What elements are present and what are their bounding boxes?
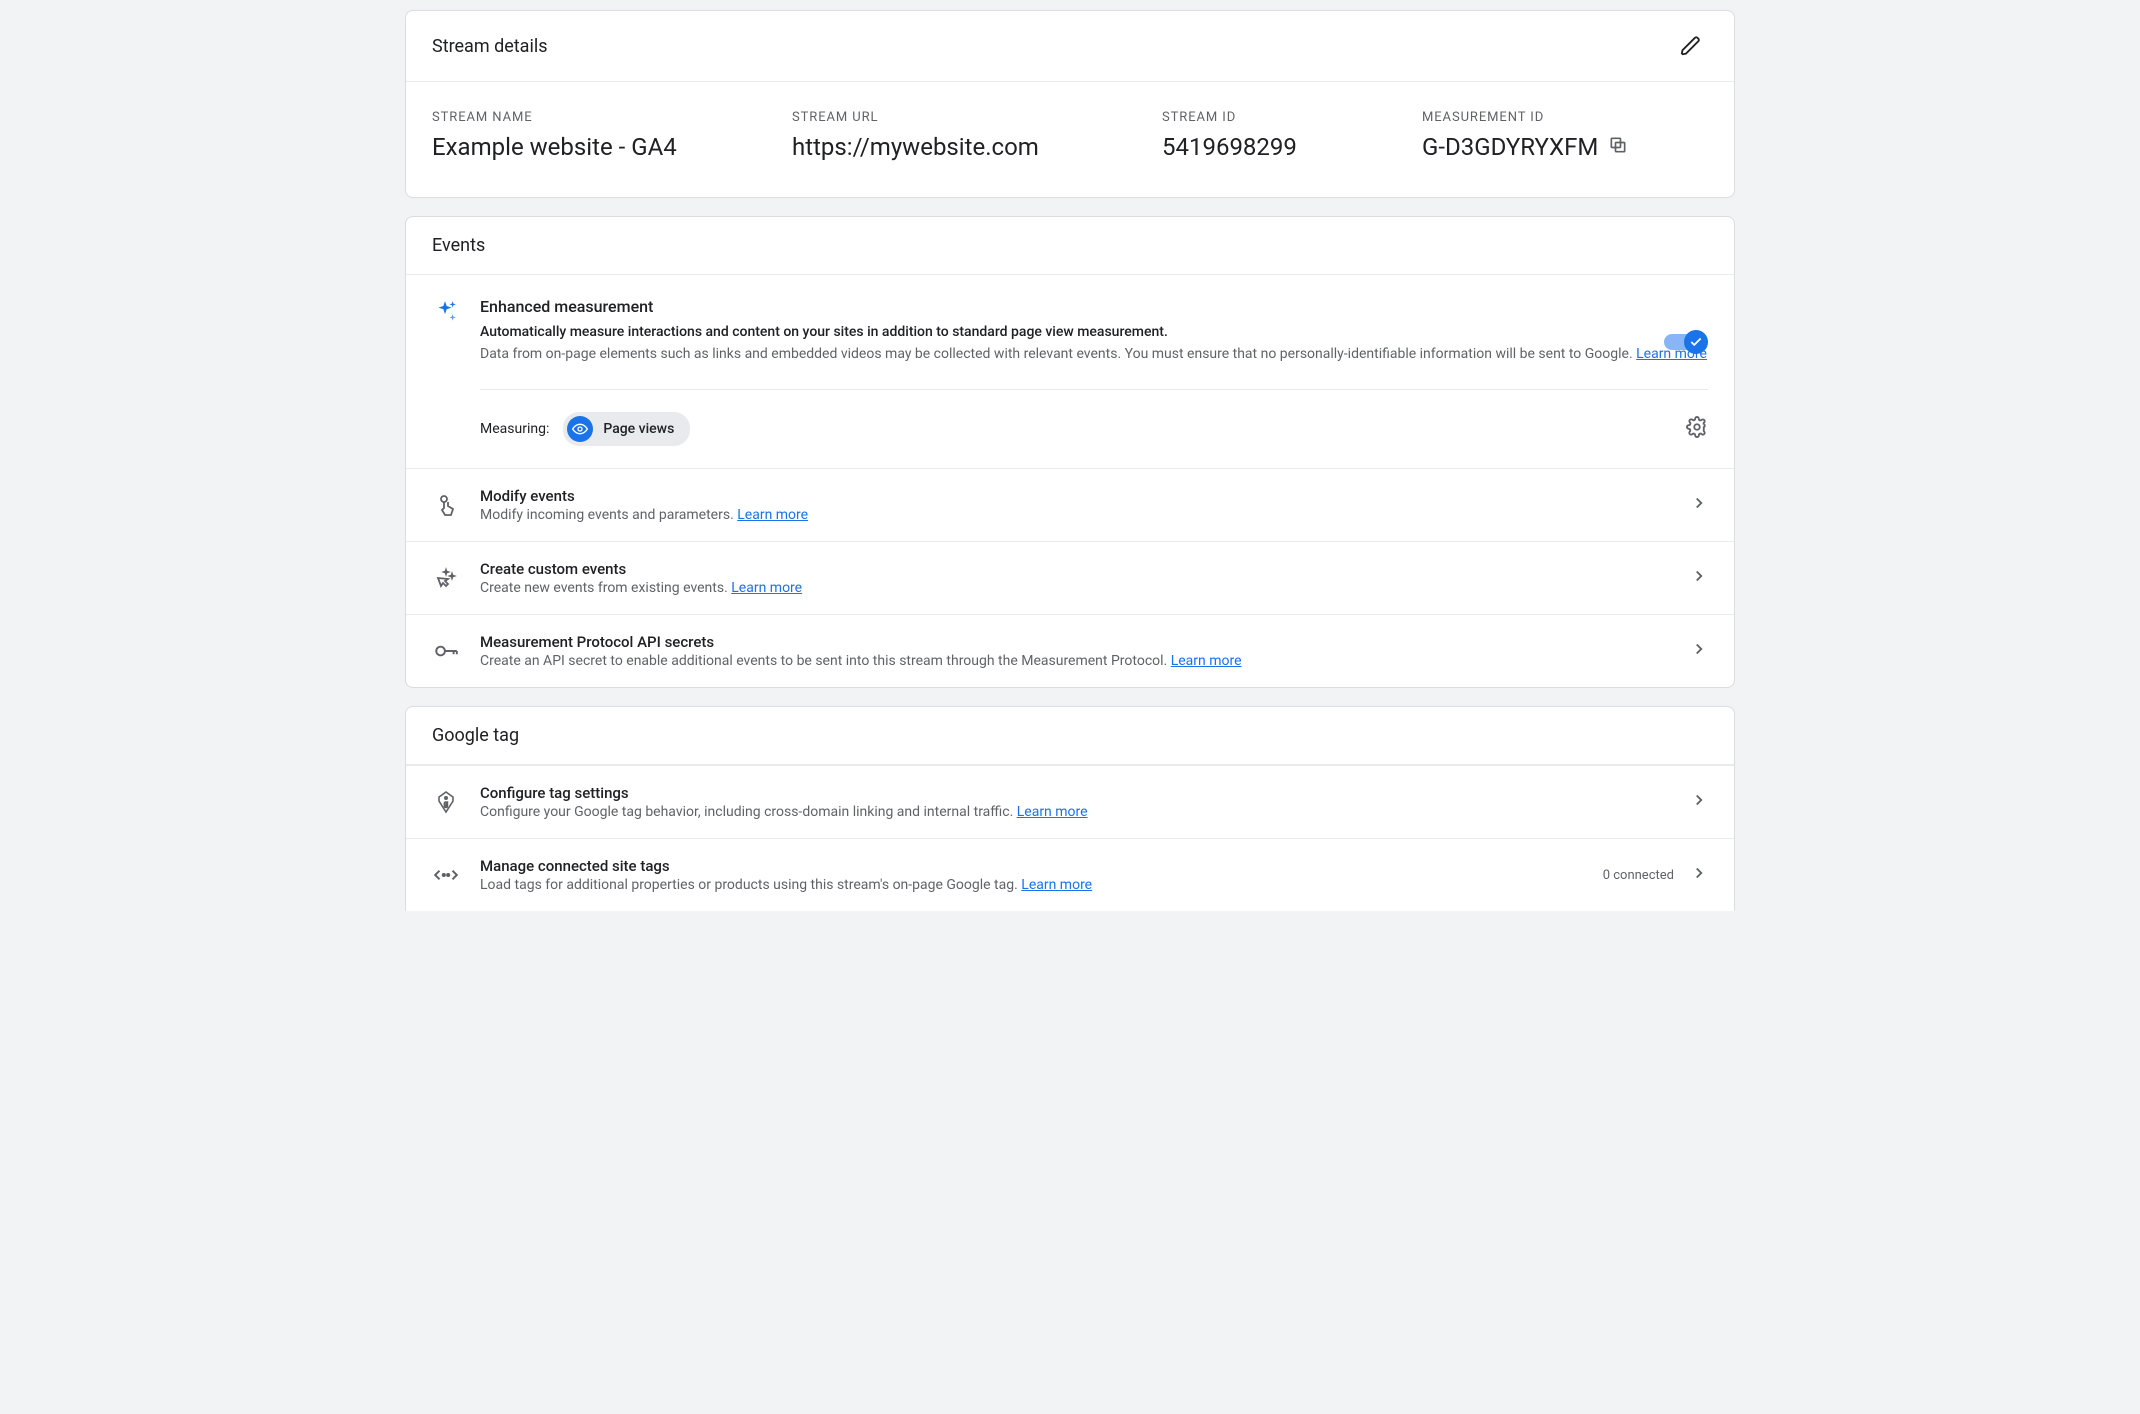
api-secrets-learn-more-link[interactable]: Learn more — [1171, 653, 1242, 669]
stream-details-header: Stream details — [406, 11, 1734, 82]
stream-id-field: STREAM ID 5419698299 — [1162, 110, 1362, 161]
connected-count-badge: 0 connected — [1603, 868, 1674, 883]
api-secrets-title: Measurement Protocol API secrets — [480, 633, 1670, 651]
configure-tag-title: Configure tag settings — [480, 784, 1670, 802]
modify-events-sub: Modify incoming events and parameters. L… — [480, 507, 1670, 523]
chevron-right-icon — [1690, 864, 1708, 886]
connected-tags-title: Manage connected site tags — [480, 857, 1583, 875]
annotation-arrow-gear — [1734, 397, 1735, 461]
stream-details-card: Stream details STREAM NAME Example websi… — [405, 10, 1735, 198]
create-custom-events-sub-text: Create new events from existing events. — [480, 580, 731, 596]
api-secrets-sub: Create an API secret to enable additiona… — [480, 653, 1670, 669]
stream-details-title: Stream details — [432, 36, 548, 57]
events-card: Events Enhanced measurement Automaticall… — [405, 216, 1735, 688]
edit-stream-button[interactable] — [1674, 29, 1708, 63]
check-icon — [1689, 335, 1703, 349]
measurement-id-value-row: G-D3GDYRYXFM — [1422, 133, 1708, 161]
measuring-pill-label: Page views — [603, 421, 674, 437]
modify-events-row[interactable]: Modify events Modify incoming events and… — [406, 468, 1734, 541]
chevron-right-icon — [1690, 791, 1708, 813]
chevron-right-icon — [1690, 494, 1708, 516]
events-title: Events — [432, 235, 485, 256]
enhanced-measurement-lead: Automatically measure interactions and c… — [480, 324, 1708, 340]
measuring-label: Measuring: — [480, 421, 549, 437]
create-custom-events-sub: Create new events from existing events. … — [480, 580, 1670, 596]
google-tag-header: Google tag — [406, 707, 1734, 765]
toggle-thumb — [1684, 330, 1708, 354]
gear-icon — [1686, 416, 1708, 438]
enhanced-measurement-settings-button[interactable] — [1686, 416, 1708, 442]
stream-id-value: 5419698299 — [1162, 133, 1362, 161]
google-tag-card: Google tag g Configure tag settings Conf… — [405, 706, 1735, 911]
connected-tags-learn-more-link[interactable]: Learn more — [1021, 877, 1092, 893]
configure-tag-sub-text: Configure your Google tag behavior, incl… — [480, 804, 1017, 820]
configure-tag-sub: Configure your Google tag behavior, incl… — [480, 804, 1670, 820]
copy-icon — [1608, 135, 1628, 155]
stream-url-label: STREAM URL — [792, 110, 1102, 125]
annotation-arrow-toggle — [1734, 281, 1735, 345]
copy-measurement-id-button[interactable] — [1608, 133, 1628, 161]
chevron-right-icon — [1690, 567, 1708, 589]
stream-name-field: STREAM NAME Example website - GA4 — [432, 110, 732, 161]
google-tag-title: Google tag — [432, 725, 519, 746]
api-secrets-row[interactable]: Measurement Protocol API secrets Create … — [406, 614, 1734, 687]
touch-icon — [432, 493, 460, 517]
api-secrets-sub-text: Create an API secret to enable additiona… — [480, 653, 1171, 669]
measurement-id-field: MEASUREMENT ID G-D3GDYRYXFM — [1422, 110, 1708, 161]
chevron-right-icon — [1690, 640, 1708, 662]
tag-g-icon: g — [432, 790, 460, 814]
create-custom-events-row[interactable]: Create custom events Create new events f… — [406, 541, 1734, 614]
enhanced-measurement-toggle[interactable] — [1664, 330, 1708, 354]
stream-name-value: Example website - GA4 — [432, 133, 732, 161]
stream-url-value: https://mywebsite.com — [792, 133, 1102, 161]
configure-tag-settings-row[interactable]: g Configure tag settings Configure your … — [406, 765, 1734, 838]
enhanced-measurement-sub: Data from on-page elements such as links… — [480, 344, 1708, 365]
eye-icon — [567, 416, 593, 442]
stream-id-label: STREAM ID — [1162, 110, 1362, 125]
create-custom-events-title: Create custom events — [480, 560, 1670, 578]
connect-icon — [432, 862, 460, 888]
create-custom-events-learn-more-link[interactable]: Learn more — [731, 580, 802, 596]
connected-tags-sub: Load tags for additional properties or p… — [480, 877, 1583, 893]
sparkle-cursor-icon — [432, 566, 460, 590]
modify-events-learn-more-link[interactable]: Learn more — [737, 507, 808, 523]
stream-url-field: STREAM URL https://mywebsite.com — [792, 110, 1102, 161]
modify-events-title: Modify events — [480, 487, 1670, 505]
connected-tags-sub-text: Load tags for additional properties or p… — [480, 877, 1021, 893]
manage-connected-tags-row[interactable]: Manage connected site tags Load tags for… — [406, 838, 1734, 911]
measuring-pill-page-views: Page views — [563, 412, 690, 446]
enhanced-measurement-title: Enhanced measurement — [480, 297, 1708, 316]
key-icon — [432, 638, 460, 664]
stream-name-label: STREAM NAME — [432, 110, 732, 125]
modify-events-sub-text: Modify incoming events and parameters. — [480, 507, 737, 523]
sparkles-icon — [432, 299, 460, 329]
enhanced-measurement-section: Enhanced measurement Automatically measu… — [406, 275, 1734, 468]
configure-tag-learn-more-link[interactable]: Learn more — [1017, 804, 1088, 820]
enhanced-measurement-sub-text: Data from on-page elements such as links… — [480, 346, 1636, 362]
measurement-id-label: MEASUREMENT ID — [1422, 110, 1708, 125]
events-header: Events — [406, 217, 1734, 275]
measurement-id-value: G-D3GDYRYXFM — [1422, 133, 1598, 161]
svg-text:g: g — [444, 801, 448, 808]
measuring-row: Measuring: Page views — [480, 389, 1708, 468]
pencil-icon — [1680, 35, 1702, 57]
stream-details-grid: STREAM NAME Example website - GA4 STREAM… — [406, 82, 1734, 197]
